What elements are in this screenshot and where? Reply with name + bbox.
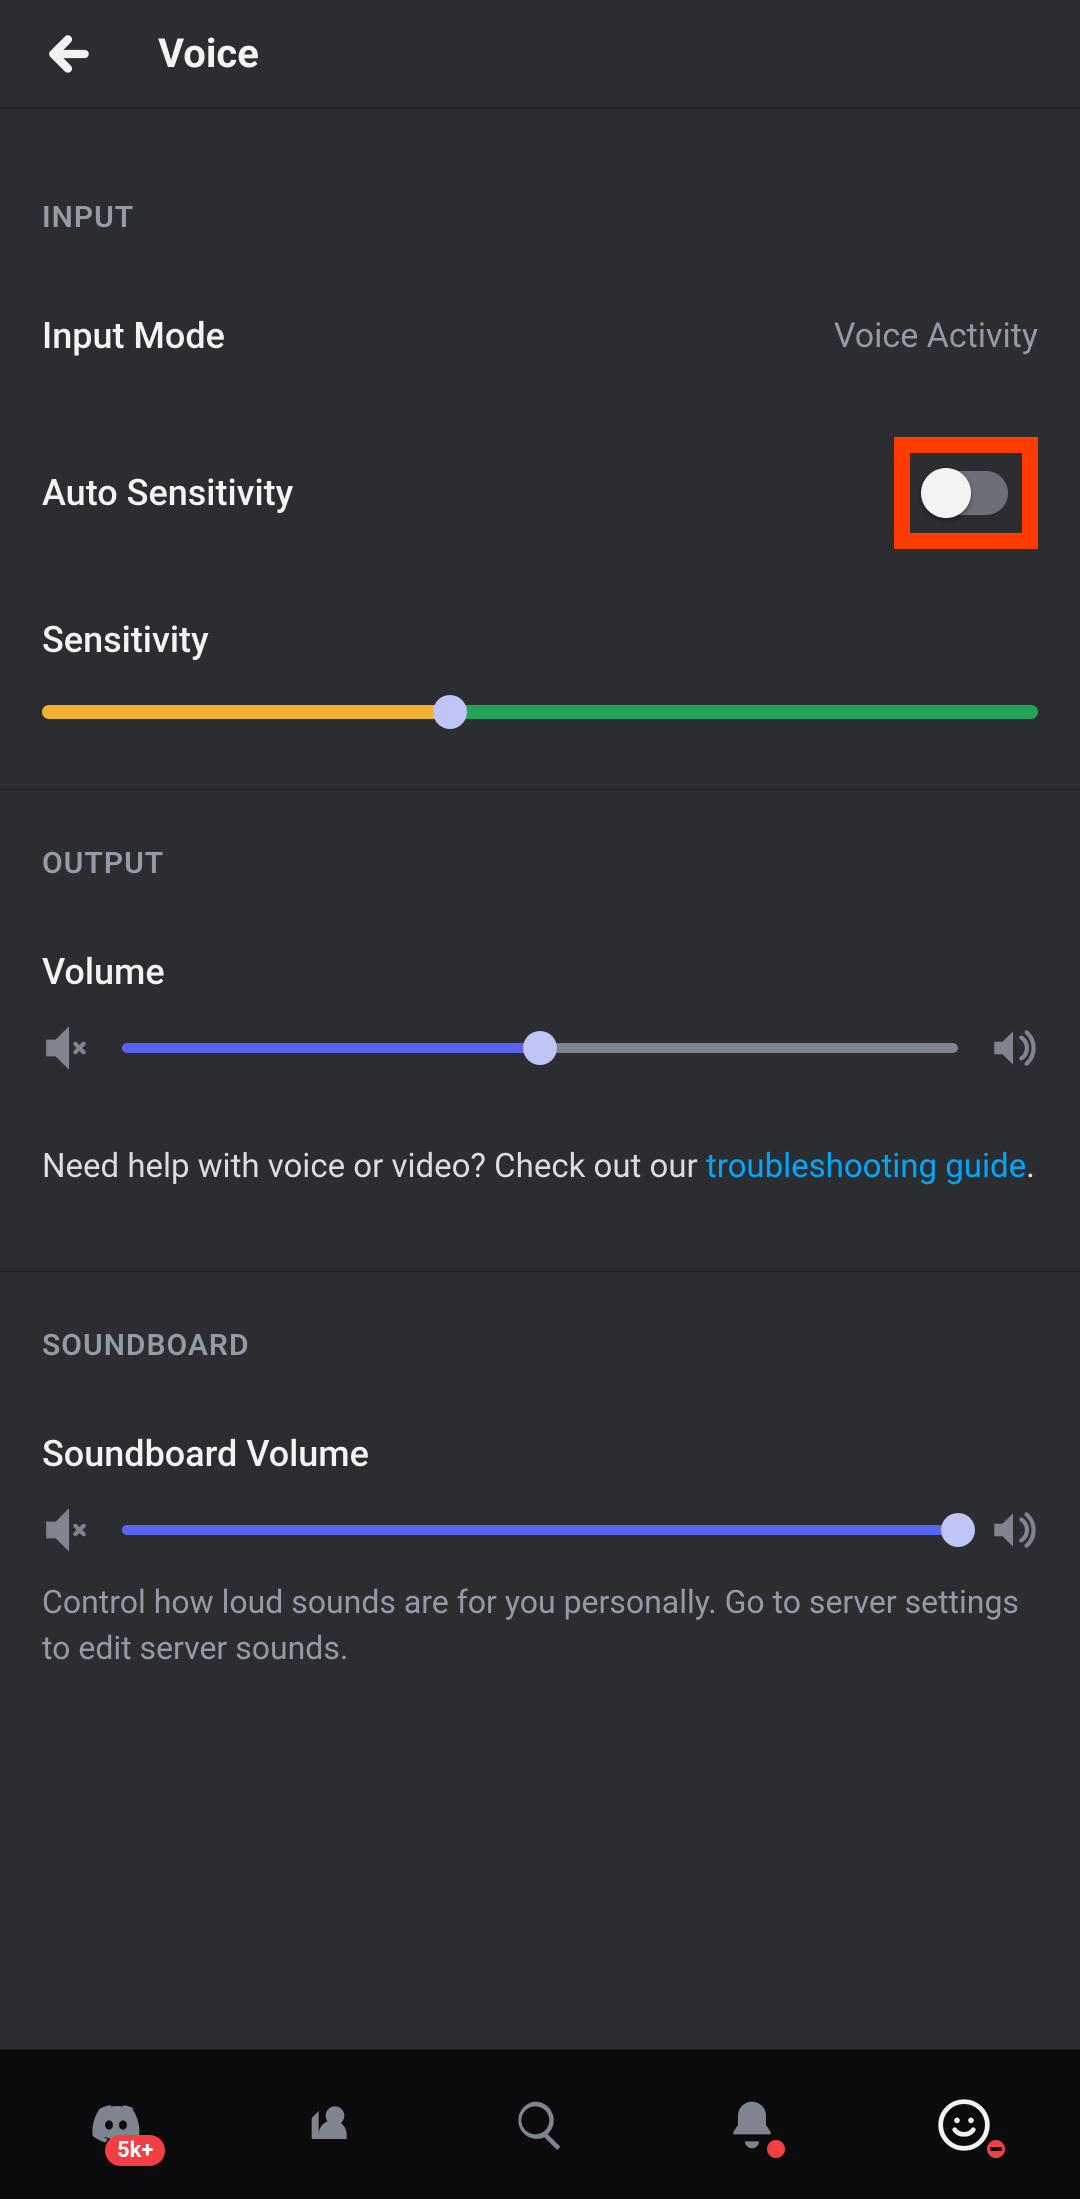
soundboard-volume-slider[interactable] [122, 1525, 958, 1535]
help-suffix: . [1026, 1147, 1035, 1186]
sensitivity-slider[interactable] [42, 705, 1038, 719]
input-mode-row[interactable]: Input Mode Voice Activity [0, 275, 1080, 397]
help-text: Need help with voice or video? Check out… [0, 1083, 1080, 1211]
back-button[interactable] [30, 14, 110, 94]
toggle-knob [921, 468, 971, 518]
bottom-nav: 5k+ [0, 2049, 1080, 2199]
output-volume-label: Volume [42, 951, 1038, 993]
nav-notifications[interactable] [697, 2070, 807, 2180]
section-input: INPUT Input Mode Voice Activity Auto Sen… [0, 108, 1080, 790]
sensitivity-thumb[interactable] [433, 695, 467, 729]
sensitivity-track-below [42, 705, 450, 719]
section-output: OUTPUT Volume Need help with voice or vi… [0, 790, 1080, 1272]
volume-fill [122, 1525, 958, 1535]
troubleshooting-link[interactable]: troubleshooting guide [706, 1147, 1026, 1186]
auto-sensitivity-toggle[interactable] [924, 471, 1008, 515]
section-header-soundboard: SOUNDBOARD [0, 1272, 1080, 1403]
section-header-output: OUTPUT [0, 790, 1080, 921]
header: Voice [0, 0, 1080, 108]
friends-icon [300, 2097, 356, 2153]
sensitivity-track-above [450, 705, 1038, 719]
volume-high-icon [988, 1505, 1038, 1555]
section-header-input: INPUT [0, 108, 1080, 275]
nav-servers[interactable]: 5k+ [61, 2070, 171, 2180]
dnd-status-icon [983, 2136, 1009, 2162]
volume-thumb[interactable] [941, 1513, 975, 1547]
page-title: Voice [158, 30, 259, 77]
volume-mute-icon [42, 1505, 92, 1555]
auto-sensitivity-row: Auto Sensitivity [0, 397, 1080, 589]
highlight-annotation [894, 437, 1038, 549]
input-mode-label: Input Mode [42, 315, 225, 357]
search-icon [512, 2097, 568, 2153]
nav-search[interactable] [485, 2070, 595, 2180]
auto-sensitivity-label: Auto Sensitivity [42, 472, 293, 514]
notification-dot [763, 2136, 789, 2162]
arrow-left-icon [45, 29, 95, 79]
soundboard-volume-label: Soundboard Volume [42, 1433, 1038, 1475]
volume-mute-icon [42, 1023, 92, 1073]
soundboard-description: Control how loud sounds are for you pers… [0, 1565, 1080, 1672]
servers-badge: 5k+ [105, 2135, 165, 2166]
nav-profile[interactable] [909, 2070, 1019, 2180]
sensitivity-label: Sensitivity [42, 619, 1038, 661]
section-soundboard: SOUNDBOARD Soundboard Volume Control how… [0, 1272, 1080, 1732]
volume-fill [122, 1043, 540, 1053]
volume-high-icon [988, 1023, 1038, 1073]
output-volume-block: Volume [0, 921, 1080, 1083]
help-prefix: Need help with voice or video? Check out… [42, 1147, 706, 1186]
sensitivity-block: Sensitivity [0, 589, 1080, 729]
volume-thumb[interactable] [523, 1031, 557, 1065]
output-volume-slider[interactable] [122, 1043, 958, 1053]
settings-body: INPUT Input Mode Voice Activity Auto Sen… [0, 108, 1080, 2049]
soundboard-volume-block: Soundboard Volume [0, 1403, 1080, 1565]
nav-friends[interactable] [273, 2070, 383, 2180]
input-mode-value: Voice Activity [834, 316, 1038, 356]
